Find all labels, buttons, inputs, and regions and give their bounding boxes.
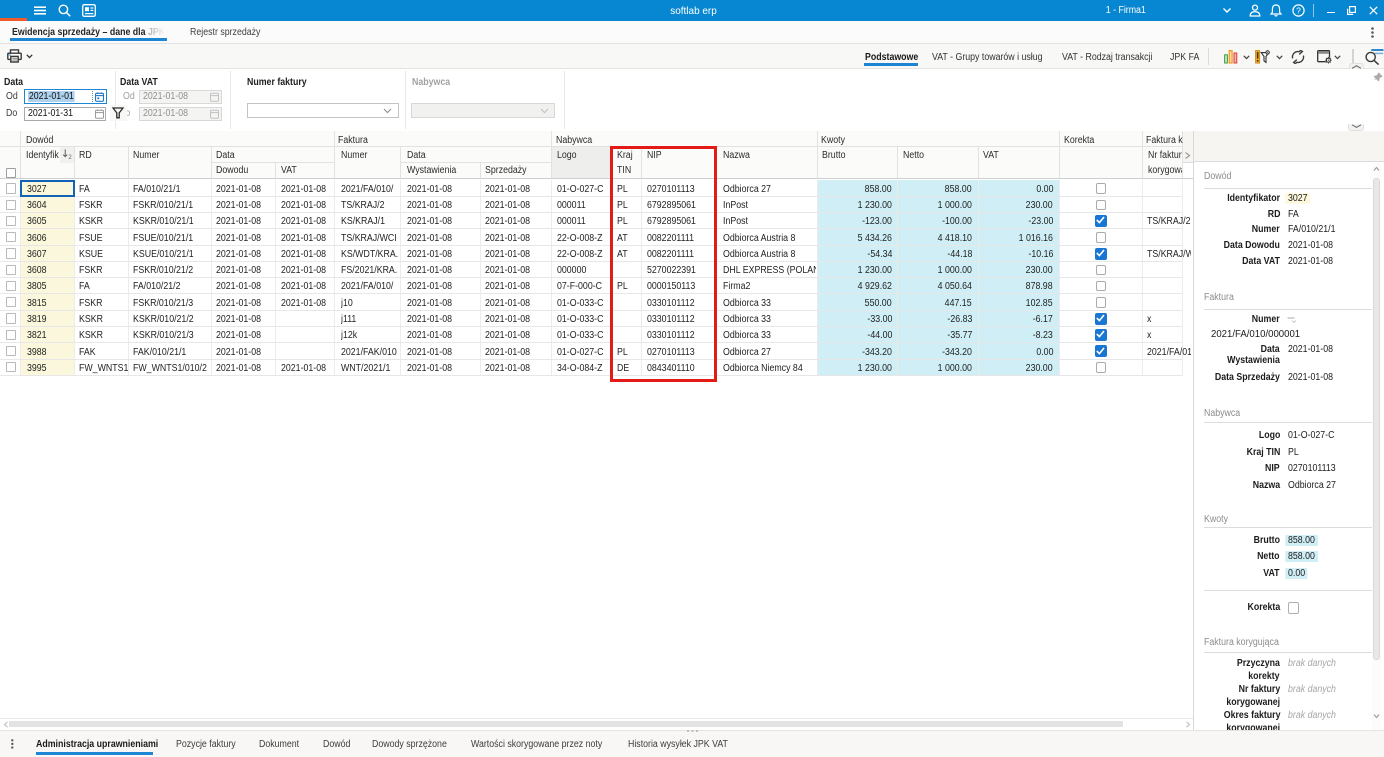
- svg-text:?: ?: [1296, 5, 1301, 15]
- svg-text:2: 2: [68, 155, 72, 160]
